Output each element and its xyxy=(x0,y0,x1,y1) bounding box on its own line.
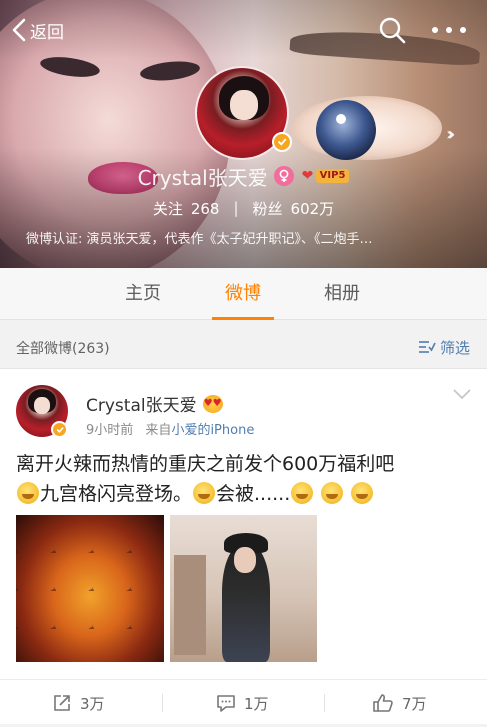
smirk-emoji-icon xyxy=(351,482,374,504)
tab-album[interactable]: 相册 xyxy=(302,268,382,320)
comment-button[interactable]: 1万 xyxy=(216,680,269,726)
verified-badge-icon xyxy=(51,421,68,438)
post-text-part2: 九宫格闪亮登场。 xyxy=(40,483,193,505)
filter-label: 筛选 xyxy=(440,338,471,357)
weibo-count: 全部微博(263) xyxy=(16,341,110,357)
post-text: 离开火辣而热情的重庆之前发个600万福利吧 九宫格闪亮登场。 会被...... xyxy=(16,449,472,509)
back-button[interactable]: 返回 xyxy=(12,16,64,44)
stats-separator: | xyxy=(233,199,239,217)
profile-stats: 关注 268 | 粉丝 602万 xyxy=(0,198,487,218)
vip-heart-eyes-icon: ♥♥ xyxy=(202,394,223,413)
tab-home[interactable]: 主页 xyxy=(103,268,183,320)
post-time: 9小时前 xyxy=(86,423,134,438)
female-gender-icon xyxy=(273,166,294,186)
post-author-row: Crystal张天爱 ♥♥ xyxy=(86,391,223,416)
filter-icon xyxy=(419,341,436,353)
more-dot-icon xyxy=(432,27,438,33)
following-count: 268 xyxy=(190,199,220,218)
post-text-part3: 会被...... xyxy=(216,483,291,505)
search-button[interactable] xyxy=(378,16,406,44)
top-nav-bar: 返回 xyxy=(0,10,487,50)
more-dot-icon xyxy=(446,27,452,33)
double-chevron-right-icon[interactable]: ››› xyxy=(446,124,455,145)
profile-tabs: 主页 微博 相册 xyxy=(0,268,487,320)
profile-name: Crystal张天爱 xyxy=(137,165,268,190)
chevron-left-icon xyxy=(12,18,26,42)
post-text-line1: 离开火辣而热情的重庆之前发个600万福利吧 xyxy=(16,453,395,475)
followers-stat[interactable]: 粉丝 602万 xyxy=(253,198,335,219)
chevron-down-icon[interactable] xyxy=(452,387,472,401)
tab-weibo[interactable]: 微博 xyxy=(203,268,283,320)
vip-level: VIP5 xyxy=(315,169,350,183)
hotpot-photo[interactable] xyxy=(16,515,164,662)
like-count: 7万 xyxy=(402,694,427,713)
thumbs-up-icon xyxy=(373,694,393,712)
verification-text: 微博认证: 演员张天爱，代表作《太子妃升职记》、《二炮手… xyxy=(26,232,373,246)
post-source[interactable]: 小爱的iPhone xyxy=(171,423,254,438)
active-tab-indicator xyxy=(212,317,274,320)
filter-bar: 全部微博(263) 筛选 xyxy=(0,328,487,366)
search-icon xyxy=(379,17,406,44)
post-action-bar: 3万 1万 7万 xyxy=(0,679,487,725)
action-divider xyxy=(162,694,163,712)
following-stat[interactable]: 关注 268 xyxy=(153,198,220,219)
thinking-emoji-icon xyxy=(193,482,216,504)
weibo-post-card: Crystal张天爱 ♥♥ 9小时前 来自小爱的iPhone 离开火辣而热情的重… xyxy=(0,368,487,724)
followers-count: 602万 xyxy=(290,199,335,218)
comment-count: 1万 xyxy=(244,694,269,713)
profile-header: 返回 ››› Crystal张天爱 ❤ VIP5 关注 268 | 粉丝 602… xyxy=(0,0,487,268)
portrait-photo[interactable] xyxy=(170,515,317,662)
verified-badge-icon xyxy=(272,132,292,152)
grin-emoji-icon xyxy=(17,482,39,504)
repost-button[interactable]: 3万 xyxy=(52,680,105,726)
filter-button[interactable]: 筛选 xyxy=(418,336,470,358)
smirk-emoji-icon xyxy=(321,482,344,504)
post-author-name[interactable]: Crystal张天爱 xyxy=(86,391,197,416)
more-dot-icon xyxy=(460,27,466,33)
more-options-button[interactable] xyxy=(432,16,466,44)
repost-icon xyxy=(54,695,70,711)
smirk-emoji-icon xyxy=(291,482,314,504)
post-source-prefix: 来自 xyxy=(145,423,172,438)
comment-icon xyxy=(217,695,235,712)
repost-count: 3万 xyxy=(80,694,105,713)
vip-badge[interactable]: ❤ VIP5 xyxy=(302,168,350,184)
back-label: 返回 xyxy=(30,22,64,43)
action-divider xyxy=(324,694,325,712)
profile-name-row: Crystal张天爱 ❤ VIP5 xyxy=(0,163,487,190)
like-button[interactable]: 7万 xyxy=(372,680,427,726)
post-meta: 9小时前 来自小爱的iPhone xyxy=(86,419,254,438)
